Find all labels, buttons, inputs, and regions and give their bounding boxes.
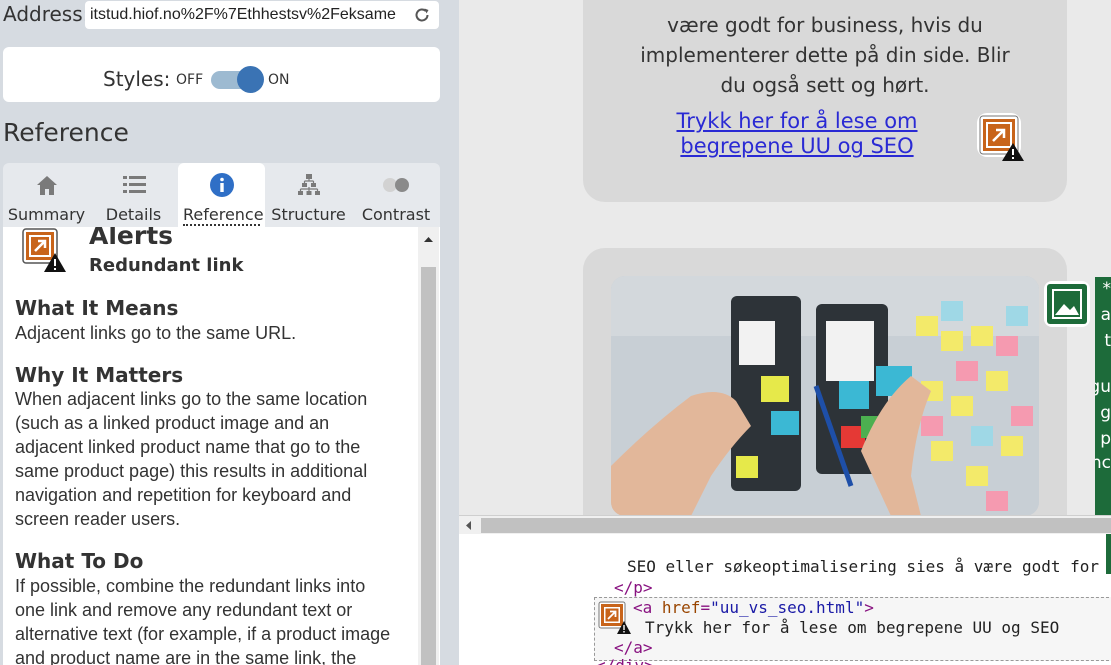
what-to-do-text: If possible, combine the redundant links… (15, 574, 415, 665)
attr-eq: = (700, 598, 711, 617)
tab-summary[interactable]: Summary (3, 163, 90, 227)
preview-horizontal-scrollbar[interactable] (459, 515, 1111, 534)
scroll-thumb[interactable] (421, 267, 436, 665)
text-line: være godt for business, hvis du (667, 13, 983, 37)
code-line-div-close: </div> (596, 656, 654, 665)
badge-text: t (1104, 331, 1111, 351)
tab-structure[interactable]: Structure (265, 163, 352, 227)
reference-scrollbar[interactable] (418, 227, 439, 665)
scroll-thumb[interactable] (481, 518, 1111, 533)
text-line: du også sett og hørt. (720, 73, 930, 97)
alt-text-badge: * a t gu g p nc (1095, 277, 1111, 515)
text-line: adjacent linked product name that go to … (15, 437, 361, 457)
styles-toggle[interactable] (209, 66, 265, 93)
text-line: When adjacent links go to the same locat… (15, 389, 368, 409)
code-line-p-close: </p> (614, 578, 653, 597)
tab-label: Details (105, 205, 162, 224)
hierarchy-icon (297, 174, 320, 195)
code-line-link-text: Trykk her for å lese om begrepene UU og … (645, 618, 1060, 637)
text-line: and product name are in the same link, t… (15, 648, 357, 665)
attr-name: href (661, 598, 701, 617)
info-icon (209, 173, 234, 197)
whiteboard-illustration (611, 276, 1039, 515)
content-card: være godt for business, hvis du implemen… (583, 0, 1067, 202)
card-text: være godt for business, hvis du implemen… (583, 10, 1067, 100)
scroll-left-arrow-icon[interactable] (459, 517, 479, 534)
code-line-anchor-close: </a> (614, 638, 653, 657)
text-line: alternative text (for example, if a prod… (15, 624, 391, 644)
what-to-do-heading: What To Do (15, 549, 144, 573)
panel-tabs: Summary Details Reference Structure Cont… (3, 163, 440, 227)
address-field-container (85, 1, 439, 29)
text-line: If possible, combine the redundant links… (15, 576, 366, 596)
redundant-link-alert-icon[interactable] (598, 601, 632, 635)
attr-value: "uu_vs_seo.html" (710, 598, 865, 617)
tag-open: <a (633, 598, 662, 617)
text-line: Adjacent links go to the same URL. (15, 323, 297, 343)
badge-text: p (1100, 429, 1111, 449)
styles-off-label: OFF (176, 72, 204, 88)
image-alt-feature-icon[interactable] (1043, 280, 1091, 328)
code-line-anchor-open: <a href="uu_vs_seo.html"> (633, 598, 874, 617)
text-line: implementerer dette på din side. Blir (640, 43, 1010, 67)
address-label: Address: (3, 2, 90, 26)
badge-text: gu (1095, 377, 1111, 397)
reference-panel: Alerts Redundant link What It Means Adja… (3, 227, 440, 665)
text-line: same product page) this results in addit… (15, 461, 368, 481)
page-preview: være godt for business, hvis du implemen… (459, 0, 1111, 515)
styles-toggle-panel: Styles: OFF ON (3, 47, 440, 102)
badge-text: nc (1095, 453, 1111, 473)
address-bar: Address: (0, 0, 459, 30)
text-line: navigation and repetition for keyboard a… (15, 485, 352, 505)
photo-planning-board (611, 276, 1039, 515)
tab-reference[interactable]: Reference (178, 163, 265, 227)
alert-category: Alerts (89, 227, 174, 250)
code-line-text: SEO eller søkeoptimalisering sies å være… (627, 557, 1100, 576)
what-it-means-text: Adjacent links go to the same URL. (15, 321, 415, 345)
why-it-matters-heading: Why It Matters (15, 363, 184, 387)
redundant-link-alert-icon (22, 228, 66, 272)
tag-close: > (864, 598, 874, 617)
link-line: begrepene UU og SEO (680, 134, 914, 158)
text-line: screen reader users. (15, 509, 181, 529)
text-line: one link and remove any redundant text o… (15, 600, 353, 620)
badge-text: * (1102, 279, 1111, 299)
redundant-link-alert-icon[interactable] (976, 112, 1026, 162)
scroll-up-arrow-icon[interactable] (418, 227, 439, 253)
styles-on-label: ON (268, 72, 290, 88)
styles-label: Styles: (103, 67, 171, 91)
why-it-matters-text: When adjacent links go to the same locat… (15, 387, 415, 531)
badge-text: a (1100, 305, 1111, 325)
alert-name: Redundant link (89, 255, 244, 276)
tab-label: Summary (7, 205, 86, 224)
tab-label: Structure (271, 205, 346, 224)
image-card (583, 248, 1067, 515)
panel-heading: Reference (3, 118, 129, 147)
tab-label: Contrast (361, 205, 431, 224)
badge-text: g (1100, 403, 1111, 423)
wave-sidebar: Address: Styles: OFF ON Reference Summar… (0, 0, 459, 665)
reload-icon[interactable] (412, 5, 432, 25)
code-marker (1106, 534, 1111, 574)
tab-details[interactable]: Details (90, 163, 177, 227)
text-line: (such as a linked product image and an (15, 413, 330, 433)
tab-label: Reference (183, 205, 264, 226)
list-icon (122, 176, 146, 193)
code-view: SEO eller søkeoptimalisering sies å være… (459, 534, 1111, 665)
link-line: Trykk her for å lese om (676, 109, 918, 133)
tab-contrast[interactable]: Contrast (352, 163, 440, 227)
home-icon (36, 176, 57, 195)
address-input[interactable] (90, 4, 408, 26)
toggle-knob (237, 66, 264, 93)
what-it-means-heading: What It Means (15, 296, 179, 320)
contrast-icon (383, 178, 409, 192)
read-more-link[interactable]: Trykk her for å lese om begrepene UU og … (676, 109, 918, 159)
